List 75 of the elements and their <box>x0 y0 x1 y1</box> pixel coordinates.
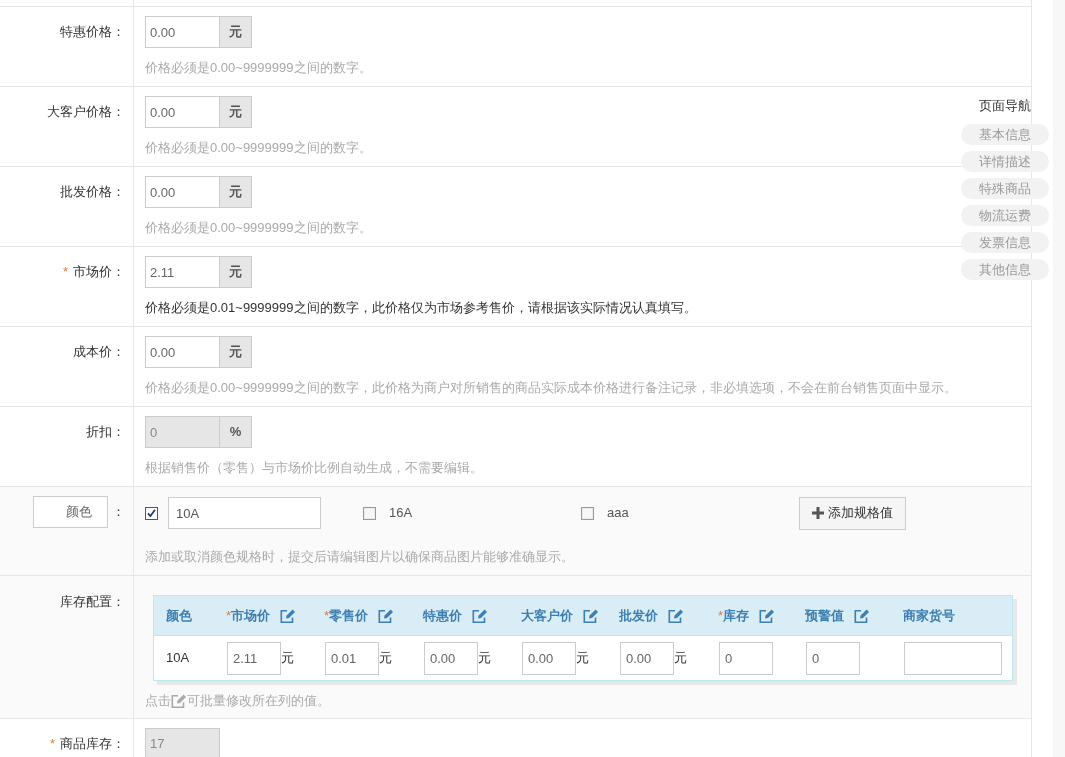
edit-icon[interactable] <box>280 607 297 624</box>
option-label: aaa <box>607 504 629 523</box>
hint-text: 点击 <box>145 693 171 709</box>
price-input[interactable]: 0.00 <box>145 176 220 208</box>
column-header: 特惠价 <box>423 606 462 625</box>
field-label: 批发价格： <box>60 183 125 201</box>
price-input[interactable]: 0.00 <box>424 641 478 675</box>
hint-text: 添加或取消颜色规格时，提交后请编辑图片以确保商品图片能够准确显示。 <box>145 549 574 565</box>
unit-label: 元 <box>379 649 392 668</box>
field-label: 特惠价格： <box>60 23 125 41</box>
hint-text: 价格必须是0.00~9999999之间的数字。 <box>145 60 372 76</box>
required-mark: * <box>49 735 55 753</box>
column-header: 颜色 <box>166 606 192 625</box>
edit-icon[interactable] <box>854 607 870 624</box>
spec-name-input[interactable]: 颜色 <box>33 496 108 528</box>
checkbox[interactable] <box>363 506 376 520</box>
unit-label: 元 <box>576 649 589 668</box>
unit-label: 元 <box>674 649 687 668</box>
unit-label: 元 <box>281 649 294 668</box>
unit-addon: 元 <box>220 256 252 288</box>
edit-icon[interactable] <box>668 607 684 624</box>
price-input[interactable]: 2.11 <box>227 641 281 675</box>
edit-icon[interactable] <box>472 607 488 624</box>
checkbox[interactable] <box>581 506 594 520</box>
edit-icon[interactable] <box>378 607 395 624</box>
column-header: 批发价 <box>619 606 658 625</box>
unit-addon: 元 <box>220 336 252 368</box>
field-label: 市场价： <box>73 263 125 281</box>
unit-addon: 元 <box>220 96 252 128</box>
field-label: 大客户价格： <box>47 103 125 121</box>
price-input[interactable]: 0.00 <box>145 96 220 128</box>
nav-title: 页面导航 <box>978 97 1032 115</box>
unit-label: 元 <box>478 649 491 668</box>
hint-text: 价格必须是0.00~9999999之间的数字，此价格为商户对所销售的商品实际成本价格进行备注记录，非必填选项，不会在前台销售页面中显示。 <box>145 380 957 396</box>
hint-text: 价格必须是0.00~9999999之间的数字。 <box>145 140 372 156</box>
sku-input[interactable] <box>904 641 1002 675</box>
column-header: 市场价 <box>231 606 271 625</box>
price-input[interactable]: 0.00 <box>620 641 674 675</box>
price-input[interactable]: 0.00 <box>522 641 576 675</box>
table-cell-text: 10A <box>166 649 190 668</box>
unit-addon: % <box>220 416 252 448</box>
hint-text: 根据销售价（零售）与市场价比例自动生成，不需要编辑。 <box>145 460 483 476</box>
number-input[interactable]: 0 <box>719 641 773 675</box>
price-input[interactable]: 0.00 <box>145 16 220 48</box>
price-input[interactable]: 2.11 <box>145 256 220 288</box>
label-colon: ： <box>112 503 125 521</box>
field-label: 库存配置： <box>60 594 125 610</box>
edit-icon <box>171 693 187 709</box>
required-mark: * <box>324 606 330 625</box>
checkbox[interactable] <box>145 506 158 520</box>
column-header: 大客户价 <box>521 606 573 625</box>
column-header: 零售价 <box>329 606 369 625</box>
field-label: 商品库存： <box>60 735 125 753</box>
field-label: 成本价： <box>73 343 125 361</box>
unit-addon: 元 <box>220 16 252 48</box>
price-input[interactable]: 0.00 <box>145 336 220 368</box>
required-mark: * <box>62 263 68 281</box>
hint-text: 价格必须是0.01~9999999之间的数字，此价格仅为市场参考售价，请根据该实际情况认真填写。 <box>145 300 697 316</box>
option-label: 16A <box>389 504 413 523</box>
required-mark: * <box>718 606 724 625</box>
price-input[interactable]: 0.01 <box>325 641 379 675</box>
column-header: 商家货号 <box>903 606 955 625</box>
column-header: 预警值 <box>805 606 844 625</box>
option-input[interactable]: 10A <box>168 497 321 529</box>
add-spec-button[interactable]: 添加规格值 <box>799 496 906 530</box>
edit-icon[interactable] <box>759 607 776 624</box>
required-mark: * <box>226 606 232 625</box>
edit-icon[interactable] <box>583 607 599 624</box>
plus-icon <box>812 507 824 519</box>
number-input[interactable]: 0 <box>806 641 860 675</box>
column-header: 库存 <box>723 606 750 625</box>
unit-addon: 元 <box>220 176 252 208</box>
hint-text: 价格必须是0.00~9999999之间的数字。 <box>145 220 372 236</box>
field-label: 折扣： <box>86 423 125 441</box>
hint-text: 可批量修改所在列的值。 <box>187 693 330 709</box>
